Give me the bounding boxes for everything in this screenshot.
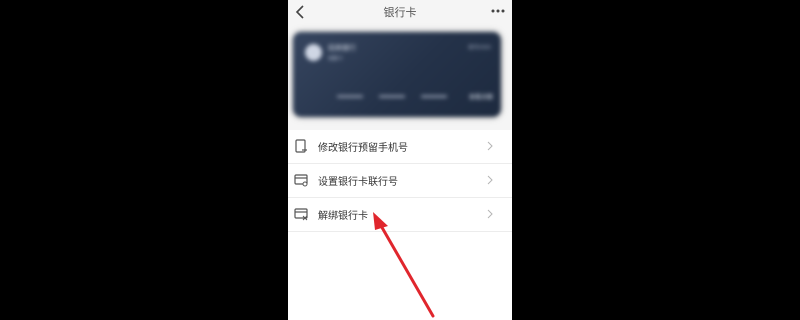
- bank-logo: [305, 44, 322, 61]
- page-body-empty: [288, 232, 512, 320]
- chevron-right-icon: [487, 209, 493, 219]
- menu-item-label: 设置银行卡联行号: [318, 177, 398, 188]
- more-dots-icon[interactable]: [490, 5, 506, 17]
- chevron-right-icon: [487, 141, 493, 151]
- phone-edit-icon: [295, 139, 307, 153]
- settings-list: 修改银行预留手机号 设置银行卡联行号 解绑银行卡: [288, 130, 512, 232]
- card-number-group: [379, 95, 405, 98]
- menu-item-set-bank-code[interactable]: 设置银行卡联行号: [288, 164, 512, 198]
- card-unbind-icon: [294, 208, 308, 221]
- menu-item-label: 解绑银行卡: [318, 211, 368, 222]
- menu-item-label: 修改银行预留手机号: [318, 143, 408, 154]
- menu-item-unbind-card[interactable]: 解绑银行卡: [288, 198, 512, 232]
- phone-screen: 银行卡 招商银行 储蓄卡 尾号0000 查看余额 修改银行预留手机号 设置银行卡…: [288, 0, 512, 320]
- top-nav-bar: 银行卡: [288, 0, 512, 26]
- page-title: 银行卡: [383, 6, 417, 19]
- card-number-group: [337, 95, 363, 98]
- bank-name: 招商银行: [328, 44, 356, 52]
- card-number-group: [421, 95, 447, 98]
- card-type: 储蓄卡: [328, 56, 344, 62]
- card-tail-number: 尾号0000: [468, 45, 491, 51]
- card-settings-icon: [294, 174, 308, 187]
- card-action-button[interactable]: 查看余额: [469, 92, 493, 101]
- bank-card[interactable]: 招商银行 储蓄卡 尾号0000 查看余额: [293, 32, 501, 117]
- chevron-right-icon: [487, 175, 493, 185]
- menu-item-change-phone[interactable]: 修改银行预留手机号: [288, 130, 512, 164]
